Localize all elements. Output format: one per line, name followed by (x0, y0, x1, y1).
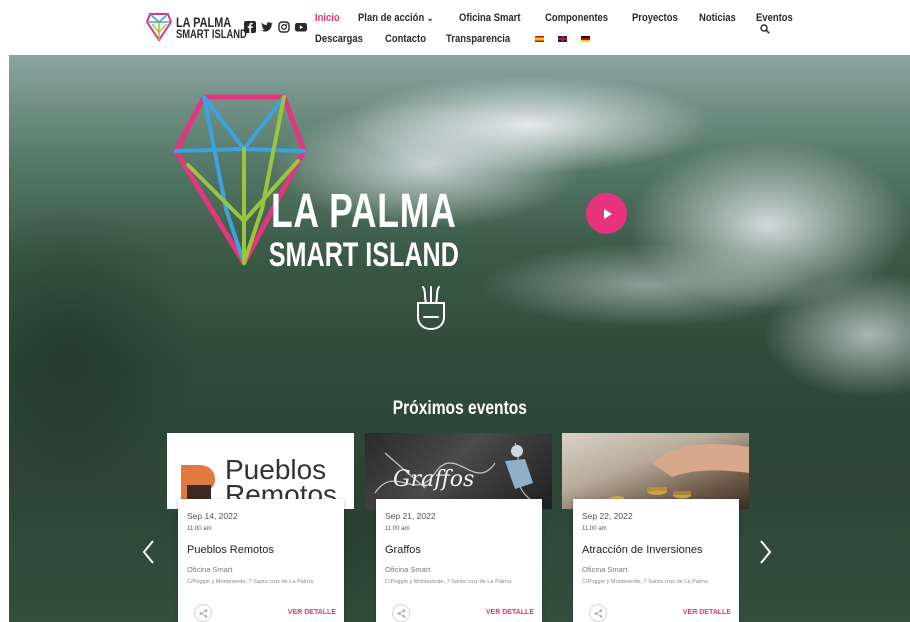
event-card-body: Sep 21, 2022 11:00 am Graffos Oficina Sm… (376, 499, 542, 622)
site-header: LA PALMA SMART ISLAND Inicio Plan de acc… (0, 0, 910, 55)
view-details-link[interactable]: VER DETALLE (683, 609, 731, 616)
diamond-logo-icon (146, 13, 172, 42)
hero-title: LA PALMA SMART ISLAND (268, 185, 459, 274)
nav-item-componentes[interactable]: Componentes (545, 12, 608, 24)
nav-item-label: Plan de acción (357, 12, 424, 24)
search-icon[interactable] (760, 21, 770, 34)
events-heading: Próximos eventos (392, 398, 527, 419)
event-date: Sep 22, 2022 (582, 511, 633, 521)
social-links (244, 20, 307, 34)
view-details-link[interactable]: VER DETALLE (288, 609, 336, 616)
facebook-icon[interactable] (244, 20, 256, 33)
event-organizer: Oficina Smart (187, 565, 233, 574)
coins-hand-photo-icon (609, 444, 749, 502)
hero-title-line1: LA PALMA (271, 185, 457, 238)
nav-item-transparencia[interactable]: Transparencia (446, 33, 510, 45)
event-address: C/Poggio y Monteverde, 7 Santa cruz de L… (582, 579, 708, 585)
event-image (562, 433, 749, 509)
logo-name-line2: SMART ISLAND (176, 27, 247, 41)
nav-item-plan-de-accion[interactable]: Plan de acción ⌄ (358, 12, 433, 24)
nav-item-noticias[interactable]: Noticias (699, 12, 736, 24)
share-icon (397, 608, 405, 618)
event-card[interactable]: Sep 22, 2022 11:00 am Atracción de Inver… (562, 433, 749, 622)
chevron-right-icon[interactable] (757, 539, 773, 565)
event-card-body: Sep 14, 2022 11:00 am Pueblos Remotos Of… (178, 499, 344, 622)
nav-item-proyectos[interactable]: Proyectos (632, 12, 678, 24)
nav-item-contacto[interactable]: Contacto (385, 33, 426, 45)
nav-item-descargas[interactable]: Descargas (315, 33, 363, 45)
event-time: 11:00 am (385, 526, 410, 532)
share-icon (594, 608, 602, 618)
play-video-button[interactable] (586, 193, 627, 234)
event-image: Pueblos Remotos (167, 433, 354, 509)
event-address: C/Poggio y Monteverde, 7 Santa cruz de L… (385, 579, 511, 585)
site-logo[interactable]: LA PALMA SMART ISLAND (146, 12, 247, 44)
nav-item-oficina-smart[interactable]: Oficina Smart (459, 12, 521, 24)
gb-flag-icon[interactable] (557, 36, 567, 42)
event-date: Sep 21, 2022 (385, 511, 436, 521)
chevron-left-icon[interactable] (141, 539, 157, 565)
de-flag-icon[interactable] (580, 36, 590, 42)
event-image: Graffos (365, 433, 552, 509)
hero-banner: LA PALMA SMART ISLAND Próximos eventos P… (9, 55, 910, 622)
event-title[interactable]: Pueblos Remotos (187, 544, 335, 556)
main-nav-row2: Descargas Contacto Transparencia (315, 33, 604, 45)
plant-pot-icon (417, 286, 445, 331)
share-icon (199, 608, 207, 618)
twitter-icon[interactable] (261, 20, 273, 32)
chevron-down-icon: ⌄ (426, 13, 434, 23)
event-card-body: Sep 22, 2022 11:00 am Atracción de Inver… (573, 499, 739, 622)
play-icon (603, 208, 612, 219)
event-title[interactable]: Atracción de Inversiones (582, 544, 730, 556)
event-time: 11:00 am (187, 526, 212, 532)
es-flag-icon[interactable] (534, 36, 544, 42)
youtube-icon[interactable] (295, 20, 307, 32)
share-button[interactable] (589, 604, 607, 622)
event-image-text: Graffos (393, 467, 475, 492)
event-organizer: Oficina Smart (582, 565, 628, 574)
event-date: Sep 14, 2022 (187, 511, 238, 521)
instagram-icon[interactable] (278, 20, 290, 33)
hero-title-line2: SMART ISLAND (268, 236, 459, 274)
event-title[interactable]: Graffos (385, 544, 533, 556)
event-address: C/Poggio y Monteverde, 7 Santa cruz de L… (187, 579, 313, 585)
share-button[interactable] (194, 604, 212, 622)
event-card[interactable]: Pueblos Remotos Sep 14, 2022 11:00 am Pu… (167, 433, 354, 622)
event-time: 11:00 am (582, 526, 607, 532)
view-details-link[interactable]: VER DETALLE (486, 609, 534, 616)
event-card[interactable]: Graffos Sep 21, 2022 11:00 am Graffos Of… (365, 433, 552, 622)
share-button[interactable] (392, 604, 410, 622)
event-organizer: Oficina Smart (385, 565, 431, 574)
nav-item-inicio[interactable]: Inicio (315, 12, 340, 24)
main-nav-row1: Inicio Plan de acción ⌄ Oficina Smart Com… (315, 12, 813, 24)
